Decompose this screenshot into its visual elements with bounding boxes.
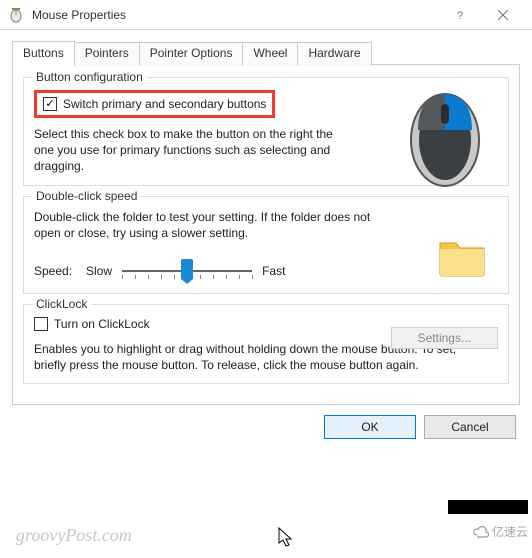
slow-label: Slow (86, 264, 112, 278)
legend-double-click: Double-click speed (32, 189, 141, 203)
tab-hardware[interactable]: Hardware (297, 42, 371, 66)
tab-buttons[interactable]: Buttons (12, 41, 75, 65)
switch-buttons-highlight: Switch primary and secondary buttons (34, 90, 275, 118)
watermark: groovyPost.com (16, 525, 132, 546)
double-click-desc: Double-click the folder to test your set… (34, 209, 374, 241)
clicklock-checkbox[interactable] (34, 317, 48, 331)
tab-pointer-options[interactable]: Pointer Options (139, 42, 244, 66)
dialog-buttons: OK Cancel (0, 405, 532, 449)
mouse-illustration (400, 80, 490, 190)
tab-pointers[interactable]: Pointers (74, 42, 140, 66)
fast-label: Fast (262, 264, 285, 278)
tab-wheel[interactable]: Wheel (242, 42, 298, 66)
cancel-button[interactable]: Cancel (424, 415, 516, 439)
group-double-click: Double-click speed Double-click the fold… (23, 196, 509, 294)
tab-strip: Buttons Pointers Pointer Options Wheel H… (12, 40, 520, 65)
switch-buttons-desc: Select this check box to make the button… (34, 126, 344, 175)
legend-button-config: Button configuration (32, 70, 147, 84)
redaction-bar (448, 500, 528, 514)
group-button-config: Button configuration Switch primary and … (23, 77, 509, 186)
mouse-app-icon (8, 7, 24, 23)
folder-test-icon[interactable] (438, 235, 486, 277)
clicklock-label: Turn on ClickLock (54, 317, 150, 331)
switch-buttons-label: Switch primary and secondary buttons (63, 97, 266, 111)
clicklock-settings-button: Settings... (391, 327, 498, 349)
legend-clicklock: ClickLock (32, 297, 91, 311)
help-button[interactable]: ? (440, 0, 482, 29)
close-button[interactable] (482, 0, 524, 29)
svg-text:?: ? (457, 10, 463, 20)
tab-panel-buttons: Button configuration Switch primary and … (12, 65, 520, 405)
speed-slider[interactable] (122, 259, 252, 283)
window-title: Mouse Properties (32, 8, 440, 22)
speed-label: Speed: (34, 264, 72, 278)
cursor-icon (278, 527, 296, 554)
ok-button[interactable]: OK (324, 415, 416, 439)
titlebar: Mouse Properties ? (0, 0, 532, 30)
watermark-2: 亿速云 (473, 523, 528, 540)
group-clicklock: ClickLock Turn on ClickLock Settings... … (23, 304, 509, 384)
switch-buttons-checkbox[interactable] (43, 97, 57, 111)
speed-row: Speed: Slow Fast (34, 259, 498, 283)
